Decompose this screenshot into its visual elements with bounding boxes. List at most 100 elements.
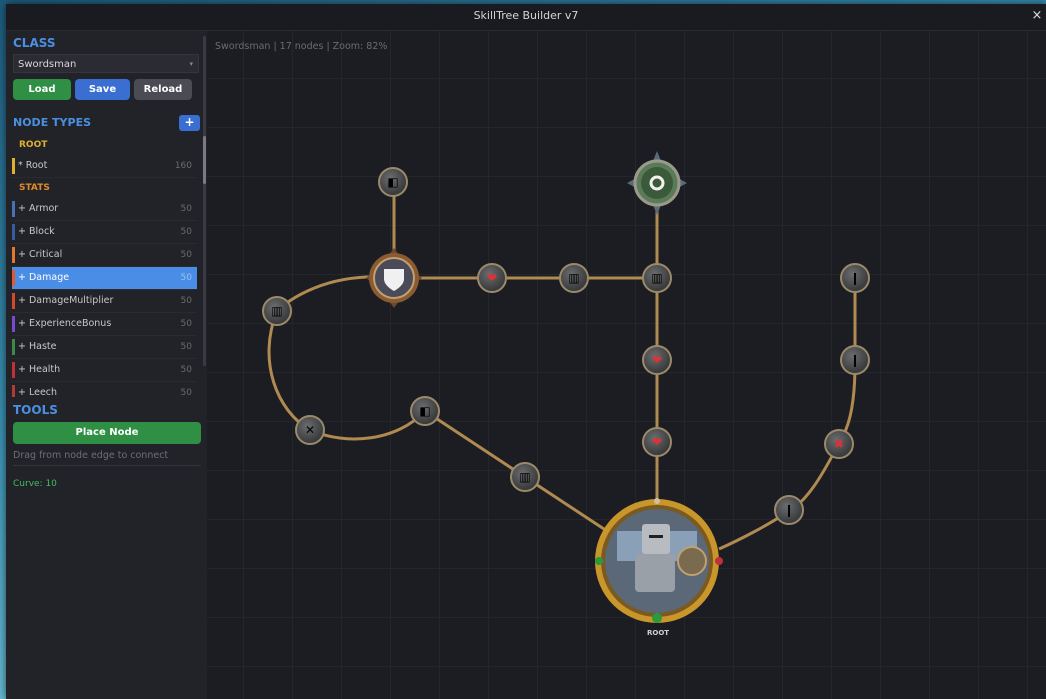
crossed-swords-node[interactable]: ✕ xyxy=(295,415,325,445)
list-item-armor[interactable]: + Armor 50 xyxy=(12,198,197,221)
critical-node[interactable]: ✖ xyxy=(824,429,854,459)
add-node-type-button[interactable]: + xyxy=(179,115,200,131)
list-scrollbar[interactable] xyxy=(203,36,206,366)
save-button[interactable]: Save xyxy=(75,79,130,100)
sword-node[interactable]: ❙ xyxy=(840,263,870,293)
shield-node[interactable]: ◧ xyxy=(410,396,440,426)
armor-icon: ▥ xyxy=(651,271,663,285)
root-gem xyxy=(715,557,723,565)
armor-node[interactable]: ▥ xyxy=(510,462,540,492)
window-title: SkillTree Builder v7 xyxy=(473,9,579,22)
gear-node[interactable] xyxy=(627,151,687,215)
place-node-button[interactable]: Place Node xyxy=(13,422,201,444)
tools-heading: TOOLS xyxy=(13,403,58,417)
color-bar xyxy=(12,201,15,217)
title-bar: SkillTree Builder v7 × xyxy=(6,4,1046,31)
heart-icon: ❤ xyxy=(486,271,498,285)
app-window: SkillTree Builder v7 × CLASS Swordsman ▾… xyxy=(6,4,1046,699)
root-gem xyxy=(652,613,662,623)
root-gem xyxy=(654,498,660,504)
list-item-root[interactable]: * Root 160 xyxy=(12,155,197,178)
shield-node[interactable]: ◧ xyxy=(378,167,408,197)
color-bar xyxy=(12,362,15,378)
close-icon[interactable]: × xyxy=(1030,4,1044,28)
connect-hint: Drag from node edge to connect xyxy=(13,450,169,461)
knight-body xyxy=(635,554,675,592)
list-item-count: 50 xyxy=(180,273,192,283)
node-types-heading: NODE TYPES xyxy=(13,116,91,129)
color-bar xyxy=(12,316,15,332)
list-item-label: + Armor xyxy=(18,203,59,214)
armor-node[interactable]: ▥ xyxy=(559,263,589,293)
armor-icon: ▥ xyxy=(519,470,531,484)
tree-canvas[interactable]: Swordsman | 17 nodes | Zoom: 82% ◧ ❤ ▥ ▥… xyxy=(207,31,1046,699)
list-item-label: * Root xyxy=(18,160,48,171)
list-item-count: 50 xyxy=(180,204,192,214)
list-item-count: 50 xyxy=(180,319,192,329)
critical-icon: ✖ xyxy=(833,437,845,451)
root-gem xyxy=(595,557,603,565)
tree-graph xyxy=(267,151,857,623)
sword-node[interactable]: ❙ xyxy=(840,345,870,375)
class-select[interactable]: Swordsman ▾ xyxy=(13,54,199,73)
class-emblem-node[interactable] xyxy=(366,248,422,308)
heart-node[interactable]: ❤ xyxy=(477,263,507,293)
group-root-label: ROOT xyxy=(19,140,48,150)
gear-core xyxy=(641,167,673,199)
list-item-count: 50 xyxy=(180,296,192,306)
heart-node[interactable]: ❤ xyxy=(642,345,672,375)
shield-icon: ◧ xyxy=(387,175,399,189)
sword-node[interactable]: ❙ xyxy=(774,495,804,525)
reload-button[interactable]: Reload xyxy=(134,79,192,100)
list-item-block[interactable]: + Block 50 xyxy=(12,221,197,244)
root-label: ROOT xyxy=(647,629,670,637)
list-item-count: 160 xyxy=(174,161,192,171)
list-item-count: 50 xyxy=(180,250,192,260)
curve-value: Curve: 10 xyxy=(13,479,57,489)
list-item-count: 50 xyxy=(180,342,192,352)
list-item-health[interactable]: + Health 50 xyxy=(12,359,197,382)
color-bar xyxy=(12,270,15,286)
color-bar xyxy=(12,158,15,174)
armor-node[interactable]: ▥ xyxy=(642,263,672,293)
sidebar: CLASS Swordsman ▾ Load Save Reload NODE … xyxy=(6,31,208,699)
tree-edge xyxy=(718,442,841,551)
tree-edge xyxy=(309,409,427,441)
node-type-list: ROOT * Root 160 STATS + Armor 50 + Block 5… xyxy=(12,135,197,397)
color-bar xyxy=(12,339,15,355)
color-bar xyxy=(12,247,15,263)
shield-icon: ◧ xyxy=(419,404,431,418)
armor-icon: ▥ xyxy=(568,271,580,285)
list-item-label: + Damage xyxy=(18,272,70,283)
tree-edge xyxy=(267,310,311,432)
list-item-label: + Haste xyxy=(18,341,57,352)
load-button[interactable]: Load xyxy=(13,79,71,100)
root-node[interactable] xyxy=(595,498,723,623)
list-item-label: + Block xyxy=(18,226,55,237)
sword-icon: ❙ xyxy=(849,353,861,367)
armor-node[interactable]: ▥ xyxy=(262,296,292,326)
class-select-value: Swordsman xyxy=(18,59,77,70)
sword-icon: ❙ xyxy=(783,503,795,517)
list-item-critical[interactable]: + Critical 50 xyxy=(12,244,197,267)
tree-edges xyxy=(267,183,857,551)
list-item-leech[interactable]: + Leech 50 xyxy=(12,382,197,397)
list-item-count: 50 xyxy=(180,365,192,375)
heart-icon: ❤ xyxy=(651,353,663,367)
list-item-haste[interactable]: + Haste 50 xyxy=(12,336,197,359)
list-item-damagemultiplier[interactable]: + DamageMultiplier 50 xyxy=(12,290,197,313)
group-stats-label: STATS xyxy=(19,183,50,193)
list-item-label: + Critical xyxy=(18,249,63,260)
list-item-count: 50 xyxy=(180,227,192,237)
scrollbar-thumb[interactable] xyxy=(203,136,206,184)
sword-icon: ❙ xyxy=(849,271,861,285)
knight-helmet xyxy=(642,524,670,554)
chevron-down-icon: ▾ xyxy=(189,60,193,68)
list-item-label: + Leech xyxy=(18,387,58,397)
color-bar xyxy=(12,293,15,309)
heart-icon: ❤ xyxy=(651,435,663,449)
heart-node[interactable]: ❤ xyxy=(642,427,672,457)
list-item-experiencebonus[interactable]: + ExperienceBonus 50 xyxy=(12,313,197,336)
list-item-damage[interactable]: + Damage 50 xyxy=(12,267,197,290)
class-heading: CLASS xyxy=(13,36,56,50)
